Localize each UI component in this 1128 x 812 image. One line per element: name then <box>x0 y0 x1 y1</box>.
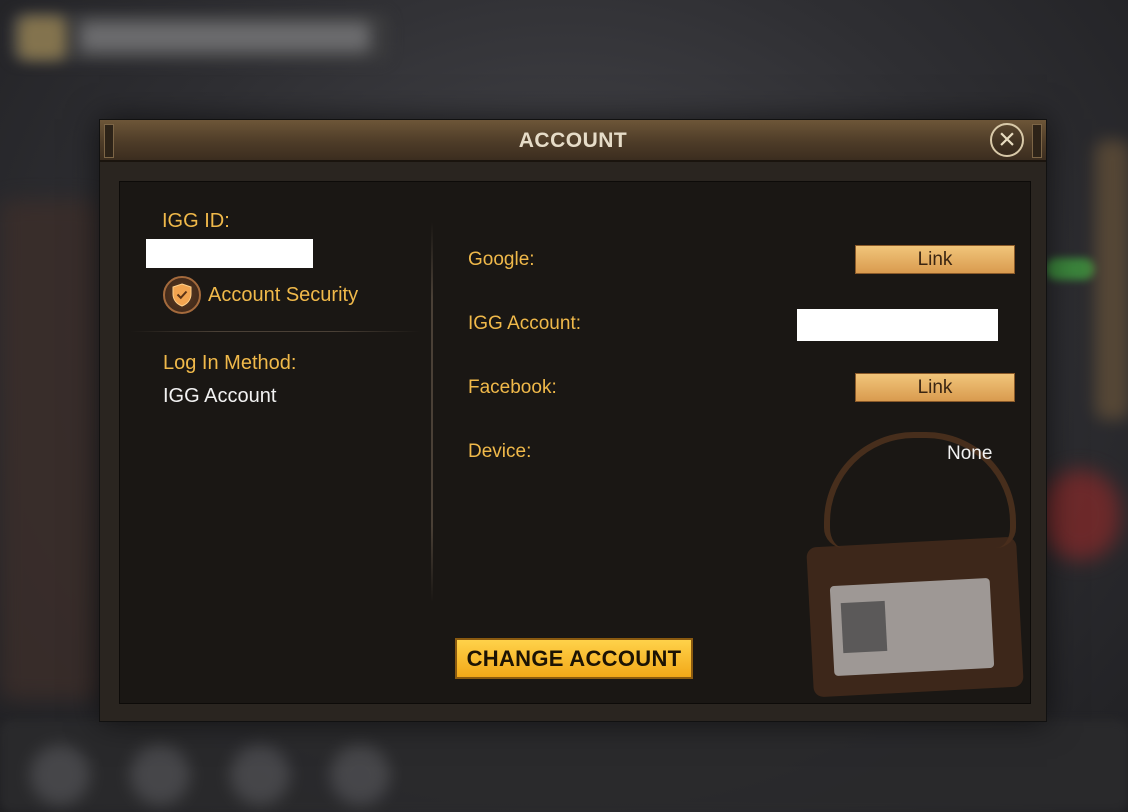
account-security-button[interactable] <box>163 276 201 314</box>
background-commander-icon <box>18 16 66 60</box>
account-security-link[interactable]: Account Security <box>208 284 358 307</box>
id-photo-decoration <box>840 600 888 654</box>
close-x-icon: × <box>998 123 1016 156</box>
background-red-icon <box>1040 470 1120 560</box>
device-value: None <box>947 443 993 464</box>
background-bottom-icon <box>130 745 190 805</box>
dialog-title-bar: ACCOUNT × <box>100 120 1046 162</box>
change-account-button[interactable]: CHANGE ACCOUNT <box>455 638 693 679</box>
login-method-label: Log In Method: <box>163 352 297 374</box>
facebook-label: Facebook: <box>468 377 557 398</box>
background-left-art <box>0 200 100 700</box>
close-button[interactable]: × <box>990 123 1024 157</box>
account-dialog: ACCOUNT × IGG ID: Account Security Log I… <box>99 119 1047 722</box>
shield-check-icon <box>172 283 192 307</box>
background-right-icons <box>1095 140 1128 420</box>
google-link-button[interactable]: Link <box>855 245 1015 274</box>
login-method-value: IGG Account <box>163 385 277 407</box>
igg-account-label: IGG Account: <box>468 313 581 334</box>
background-bottom-icon <box>330 745 390 805</box>
background-bottom-icon <box>230 745 290 805</box>
background-header-text <box>80 22 370 52</box>
igg-id-value-redacted <box>146 239 313 268</box>
background-bottom-icon <box>30 745 90 805</box>
left-panel-divider <box>130 331 420 332</box>
igg-id-label: IGG ID: <box>162 210 230 232</box>
igg-account-value-redacted <box>797 309 998 341</box>
dialog-content: IGG ID: Account Security Log In Method: … <box>119 181 1031 704</box>
background-green-bar <box>1045 258 1095 280</box>
panel-divider <box>431 222 433 602</box>
facebook-link-button[interactable]: Link <box>855 373 1015 402</box>
dialog-title: ACCOUNT <box>518 129 628 152</box>
device-label: Device: <box>468 441 532 462</box>
google-label: Google: <box>468 249 535 270</box>
